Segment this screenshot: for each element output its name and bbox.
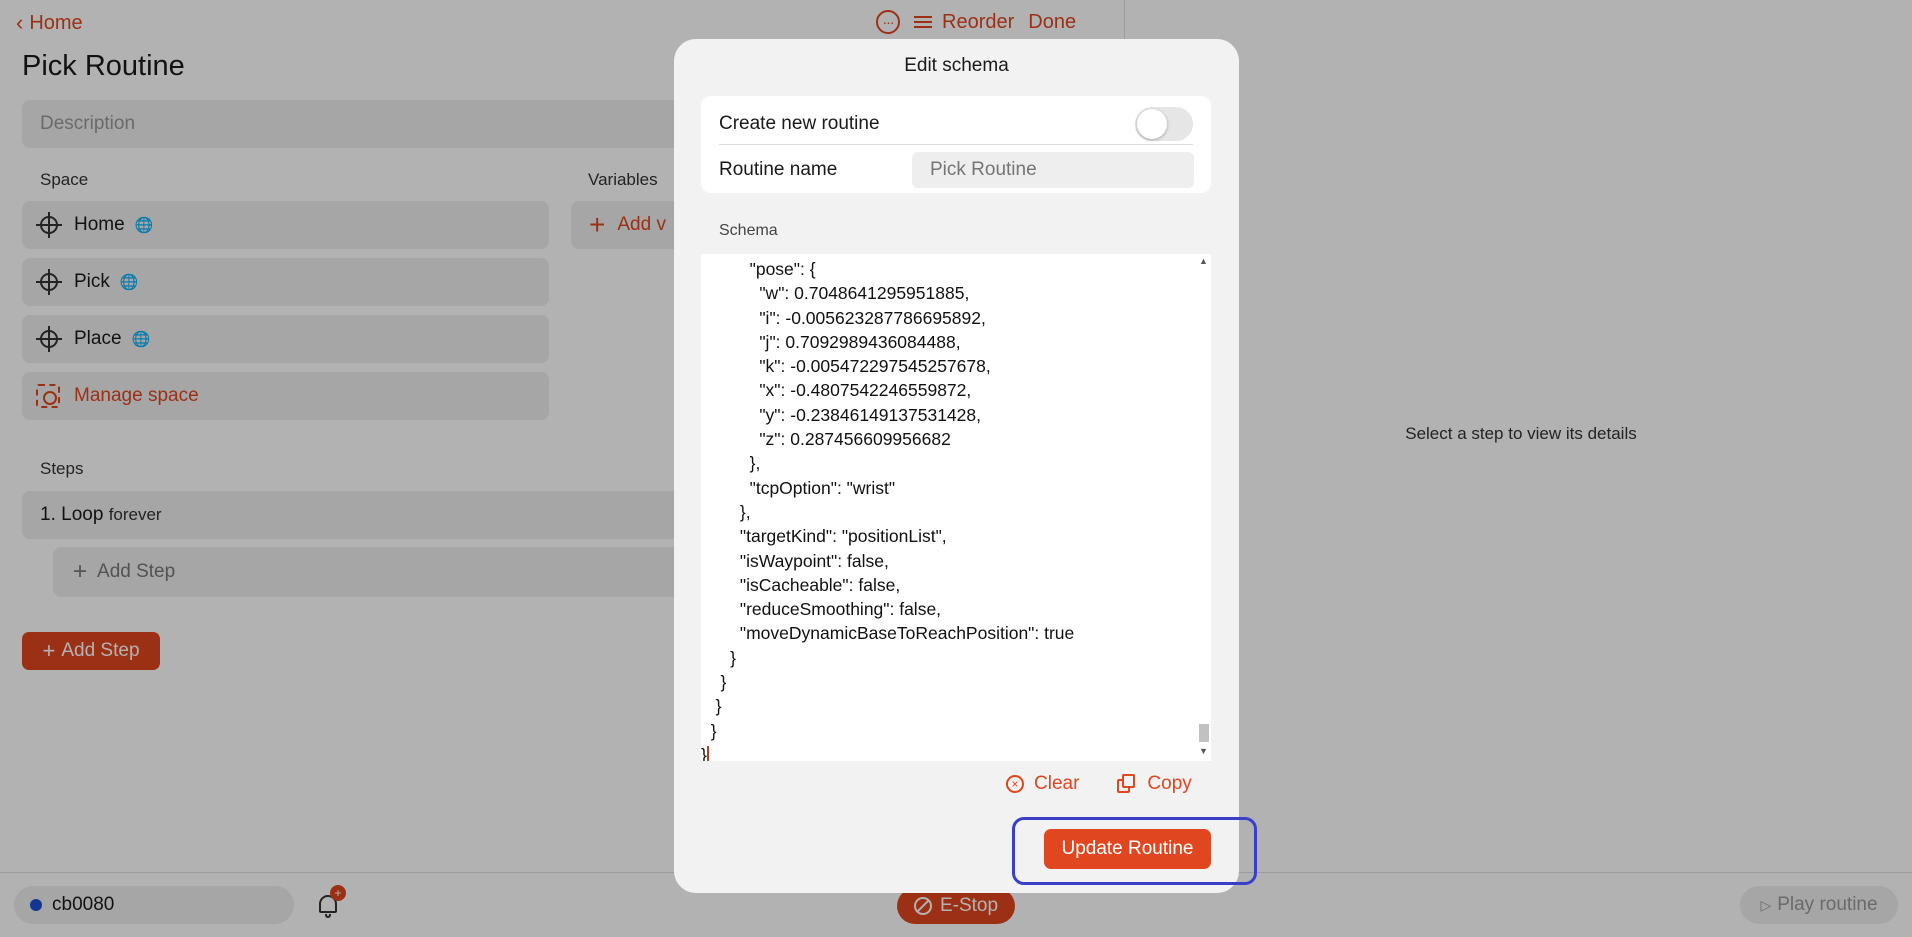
divider	[719, 144, 1193, 145]
schema-line: "tcpOption": "wrist"	[701, 477, 896, 498]
routine-name-label: Routine name	[719, 159, 838, 180]
schema-line: }	[701, 720, 717, 741]
scroll-thumb[interactable]	[1199, 724, 1209, 742]
schema-line: "k": -0.005472297545257678,	[701, 356, 991, 377]
schema-line: "moveDynamicBaseToReachPosition": true	[701, 623, 1075, 644]
schema-line: }	[701, 696, 722, 717]
schema-line: }	[701, 672, 727, 693]
scroll-up-arrow-icon[interactable]: ▲	[1199, 256, 1208, 266]
scrollbar[interactable]: ▲ ▼	[1196, 254, 1211, 761]
schema-editor[interactable]: "pose": { "w": 0.7048641295951885, "i": …	[701, 254, 1211, 761]
schema-line: "reduceSmoothing": false,	[701, 599, 942, 620]
edit-schema-modal: Edit schema Create new routine Routine n…	[674, 39, 1239, 893]
schema-line: "x": -0.4807542246559872,	[701, 380, 972, 401]
create-new-routine-row: Create new routine	[719, 107, 1193, 141]
clear-button[interactable]: × Clear	[1006, 773, 1079, 795]
schema-line: "isCacheable": false,	[701, 574, 901, 595]
modal-title: Edit schema	[904, 55, 1009, 76]
schema-line: }	[701, 647, 737, 668]
schema-line: "w": 0.7048641295951885,	[701, 283, 970, 304]
routine-name-input[interactable]	[912, 152, 1194, 188]
text-cursor	[706, 746, 709, 761]
schema-line: "y": -0.23846149137531428,	[701, 404, 981, 425]
create-new-routine-toggle[interactable]	[1135, 107, 1193, 141]
copy-icon	[1117, 774, 1137, 794]
schema-line: "targetKind": "positionList",	[701, 526, 947, 547]
schema-line: "j": 0.7092989436084488,	[701, 331, 961, 352]
schema-line: },	[701, 501, 751, 522]
schema-actions: × Clear Copy	[1006, 773, 1192, 795]
schema-line: "pose": {	[701, 259, 816, 279]
scroll-down-arrow-icon[interactable]: ▼	[1199, 746, 1208, 756]
highlight-box	[1012, 817, 1257, 885]
clear-icon: ×	[1006, 775, 1024, 793]
schema-line: "z": 0.287456609956682	[701, 429, 951, 450]
schema-code[interactable]: "pose": { "w": 0.7048641295951885, "i": …	[701, 254, 1196, 761]
copy-button[interactable]: Copy	[1117, 773, 1192, 795]
schema-line: },	[701, 453, 761, 474]
routine-options-card: Create new routine Routine name	[701, 96, 1211, 193]
copy-label: Copy	[1147, 773, 1192, 794]
schema-line: }	[701, 743, 1196, 761]
schema-line: "i": -0.005623287786695892,	[701, 307, 986, 328]
schema-line: "isWaypoint": false,	[701, 550, 889, 571]
routine-name-row: Routine name	[719, 152, 1194, 188]
create-new-routine-label: Create new routine	[719, 113, 880, 134]
clear-label: Clear	[1034, 773, 1080, 794]
schema-label: Schema	[719, 222, 778, 239]
